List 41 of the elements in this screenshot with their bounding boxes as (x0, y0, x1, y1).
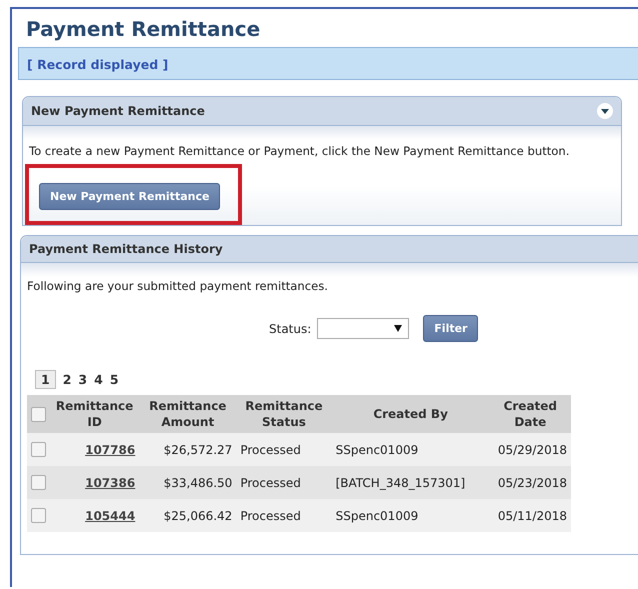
column-header: Created By (332, 395, 490, 433)
table-cell: Processed (240, 508, 301, 522)
table-cell: 05/11/2018 (498, 508, 567, 522)
remittance-id-link[interactable]: 107386 (85, 476, 136, 490)
column-header: Remittance Amount (139, 395, 236, 433)
page-link[interactable]: 3 (78, 371, 88, 388)
row-checkbox[interactable] (31, 475, 46, 490)
instruction-text: To create a new Payment Remittance or Payment, click the New Payment Remittance button. (29, 144, 570, 158)
page-link[interactable]: 2 (62, 371, 72, 388)
table-cell: 05/23/2018 (498, 476, 567, 490)
page-title: Payment Remittance (26, 17, 262, 41)
table-cell: Processed (240, 476, 301, 490)
filter-button[interactable]: Filter (423, 315, 478, 342)
row-checkbox[interactable] (31, 442, 46, 458)
new-remittance-button[interactable]: New Payment Remittance (39, 183, 220, 210)
page-link[interactable]: 1 (35, 370, 56, 389)
table-cell: [BATCH_348_157301] (336, 476, 466, 490)
intro-text: Following are your submitted payment remittances. (27, 279, 329, 293)
page-link[interactable]: 4 (94, 371, 103, 388)
panel-title: New Payment Remittance (31, 104, 205, 118)
record-status: [ Record displayed ] (27, 57, 168, 72)
table-cell: $26,572.27 (164, 442, 232, 456)
column-header: Remittance ID (50, 395, 140, 433)
column-header: Remittance Status (236, 395, 332, 433)
table-cell: SSpenc01009 (336, 508, 418, 522)
table-cell: Processed (240, 442, 301, 456)
status-label: Status: (269, 322, 312, 336)
table-cell: SSpenc01009 (336, 442, 418, 456)
remittance-id-link[interactable]: 105444 (85, 508, 136, 522)
dropdown-arrow-icon (394, 325, 402, 332)
panel-title: Payment Remittance History (29, 242, 223, 256)
status-dropdown[interactable] (317, 318, 410, 339)
table-cell: $25,066.42 (164, 508, 232, 522)
row-checkbox[interactable] (31, 508, 46, 524)
table-cell: 05/29/2018 (498, 442, 567, 456)
remittance-id-link[interactable]: 107786 (85, 442, 136, 456)
table-cell: $33,486.50 (164, 476, 232, 490)
page-link[interactable]: 5 (110, 371, 119, 388)
collapse-icon[interactable] (597, 103, 613, 119)
select-all-checkbox[interactable] (31, 407, 46, 422)
column-header: Created Date (490, 395, 571, 433)
